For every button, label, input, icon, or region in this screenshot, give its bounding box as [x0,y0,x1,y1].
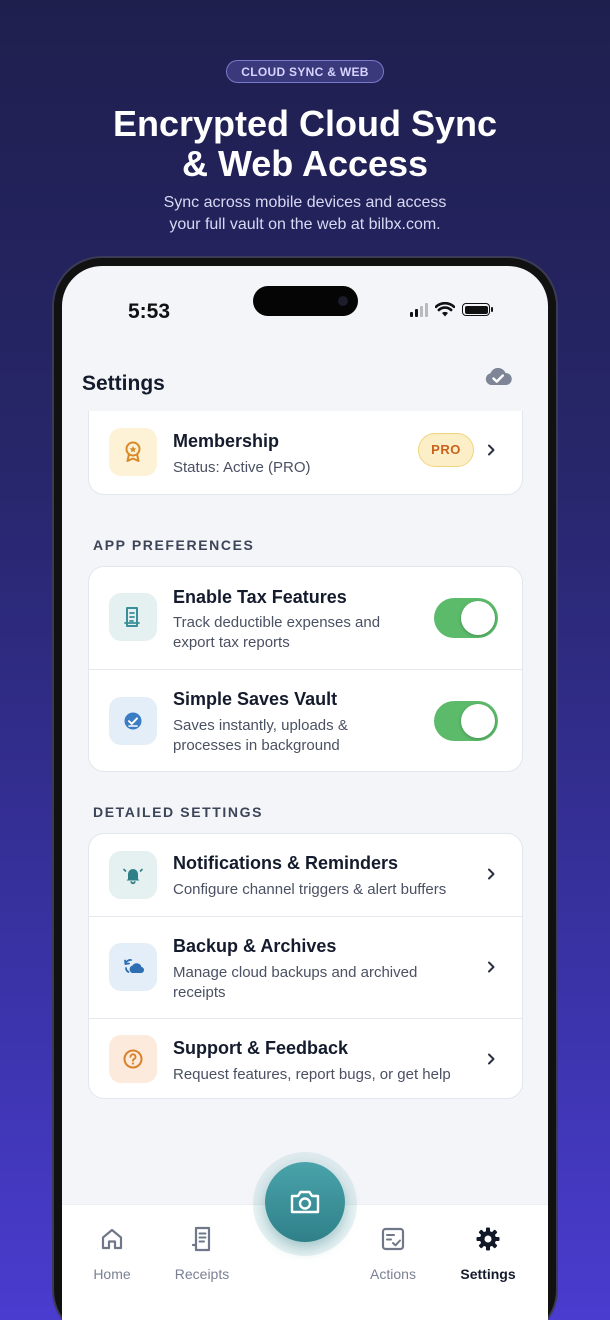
hero-subtitle-line-1: Sync across mobile devices and access [163,194,447,211]
section-label-detailed-settings: DETAILED SETTINGS [93,804,264,820]
tab-label-settings: Settings [460,1266,516,1282]
detail-sub-backup: Manage cloud backups and archived receip… [173,963,483,1003]
pref-sub-tax-line-2: export tax reports [173,634,290,651]
hero-subtitle: Sync across mobile devices and access yo… [0,192,610,236]
cloud-check-icon[interactable] [483,365,513,389]
membership-title: Membership [173,431,280,451]
tab-receipts[interactable]: Receipts [162,1225,242,1282]
detail-sub-backup-line-2: receipts [173,984,226,1001]
receipt-doc-icon [109,593,157,641]
pref-title-tax: Enable Tax Features [173,587,347,607]
camera-capture-button[interactable] [265,1162,345,1242]
phone-frame: 5:53 Settings Membership Status: Active … [54,258,556,1320]
pref-sub-simple-saves-line-2: processes in background [173,737,340,754]
status-time: 5:53 [128,300,171,323]
check-circle-icon [109,697,157,745]
hero-title: Encrypted Cloud Sync & Web Access [0,104,610,184]
detail-row-support[interactable]: Support & Feedback Request features, rep… [89,1018,522,1100]
detail-title-backup: Backup & Archives [173,936,337,956]
hero-subtitle-line-2: your full vault on the web at bilbx.com. [169,216,441,233]
battery-icon [462,303,493,316]
checklist-icon [381,1227,405,1251]
camera-icon [290,1190,320,1214]
wifi-icon [435,302,455,317]
pro-badge: PRO [418,433,474,467]
pref-row-tax-features[interactable]: Enable Tax Features Track deductible exp… [89,567,522,669]
bell-icon [109,851,157,899]
help-circle-icon [109,1035,157,1083]
status-icons [410,302,493,317]
award-ribbon-icon [109,428,157,476]
tab-settings[interactable]: Settings [448,1225,528,1282]
tab-label-receipts: Receipts [174,1266,230,1282]
tab-label-actions: Actions [370,1266,416,1282]
camera-dot [338,296,348,306]
cellular-signal-icon [410,302,428,317]
pref-row-simple-saves[interactable]: Simple Saves Vault Saves instantly, uplo… [89,669,522,771]
tab-label-home: Home [93,1266,131,1282]
chevron-right-icon [488,1053,495,1065]
hero-title-line-1: Encrypted Cloud Sync [112,103,498,144]
dynamic-island [253,286,358,316]
home-icon [101,1228,123,1250]
detail-sub-notifications: Configure channel triggers & alert buffe… [173,881,447,898]
section-label-app-preferences: APP PREFERENCES [93,537,255,553]
detail-sub-support: Request features, report bugs, or get he… [173,1066,451,1083]
simple-saves-toggle[interactable] [434,701,498,741]
detail-title-support: Support & Feedback [173,1038,349,1058]
page-title: Settings [82,372,165,395]
app-preferences-card: Enable Tax Features Track deductible exp… [88,566,523,772]
chevron-right-icon [488,961,495,973]
tab-home[interactable]: Home [72,1225,152,1282]
detail-row-notifications[interactable]: Notifications & Reminders Configure chan… [89,834,522,916]
tab-actions[interactable]: Actions [353,1225,433,1282]
tax-features-toggle[interactable] [434,598,498,638]
chevron-right-icon [488,868,495,880]
detailed-settings-card: Notifications & Reminders Configure chan… [88,833,523,1099]
detail-row-backup[interactable]: Backup & Archives Manage cloud backups a… [89,916,522,1018]
pref-title-simple-saves: Simple Saves Vault [173,689,338,709]
receipt-icon [191,1226,211,1252]
chevron-right-icon [488,444,495,456]
cloud-sync-icon [109,943,157,991]
hero-title-line-2: & Web Access [181,143,429,184]
membership-card[interactable]: Membership Status: Active (PRO) PRO [88,411,523,495]
hero-badge: CLOUD SYNC & WEB [226,60,384,83]
detail-title-notifications: Notifications & Reminders [173,853,399,873]
detail-sub-backup-line-1: Manage cloud backups and archived [173,964,418,981]
phone-screen: 5:53 Settings Membership Status: Active … [62,266,548,1320]
gear-icon [476,1227,500,1251]
